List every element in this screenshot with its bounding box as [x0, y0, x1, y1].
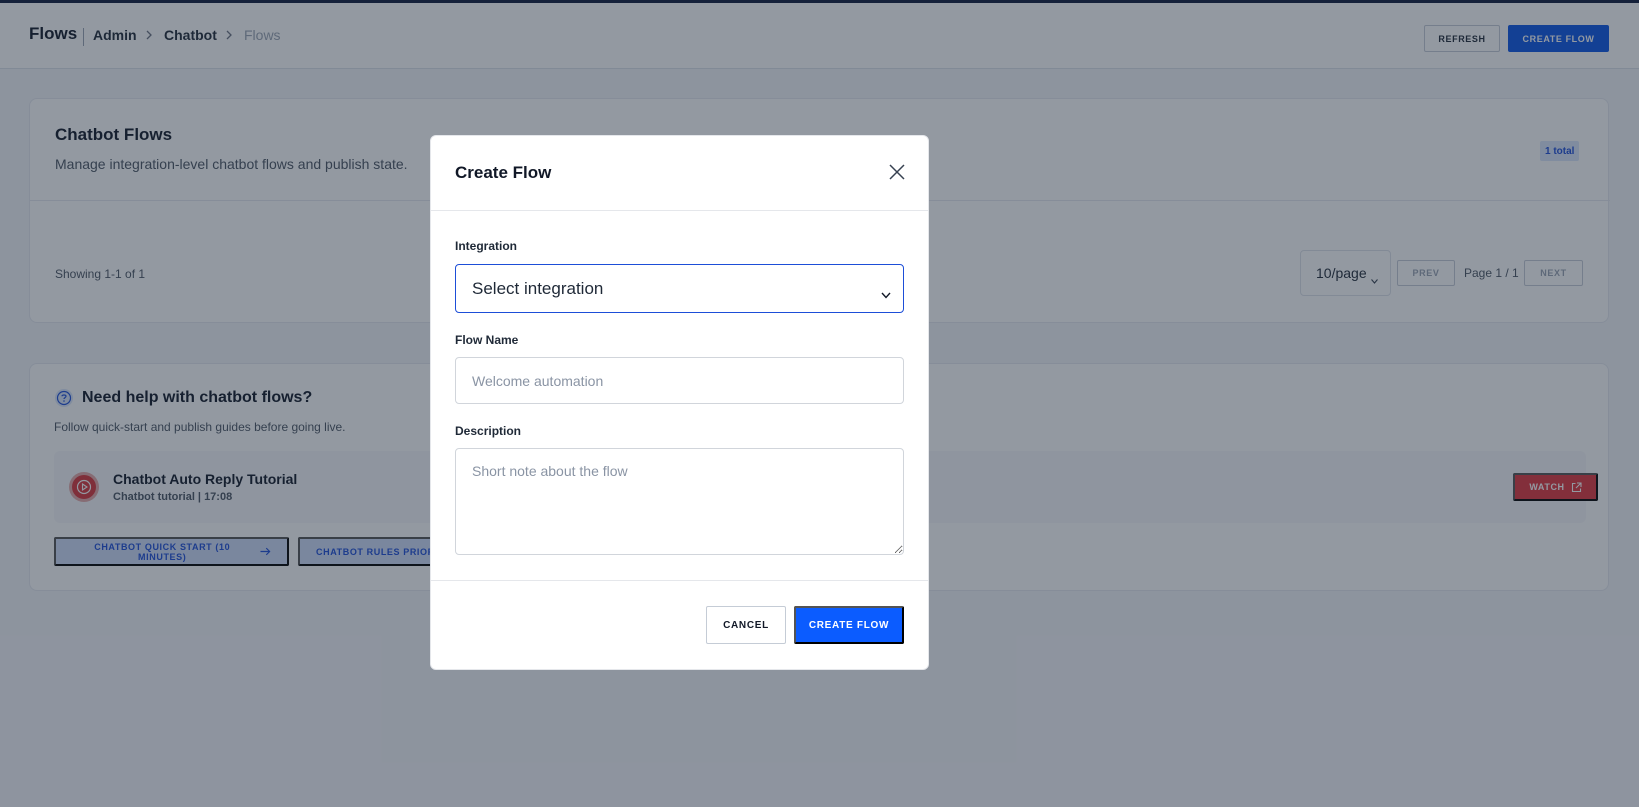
create-flow-submit-button[interactable]: CREATE FLOW: [794, 606, 904, 644]
integration-select[interactable]: Select integration: [455, 264, 904, 313]
modal-header-divider: [431, 210, 928, 211]
flow-name-input[interactable]: [455, 357, 904, 404]
modal-title: Create Flow: [455, 163, 552, 182]
close-icon[interactable]: [888, 163, 906, 181]
integration-label: Integration: [455, 239, 517, 253]
cancel-button[interactable]: CANCEL: [706, 606, 786, 644]
integration-select-value: Select integration: [472, 278, 604, 298]
create-flow-modal: Create Flow Integration Select integrati…: [430, 135, 929, 670]
modal-footer-divider: [431, 580, 928, 581]
chevron-down-icon: [881, 284, 891, 304]
description-label: Description: [455, 424, 522, 438]
flow-name-label: Flow Name: [455, 333, 519, 347]
description-textarea[interactable]: [455, 448, 904, 555]
